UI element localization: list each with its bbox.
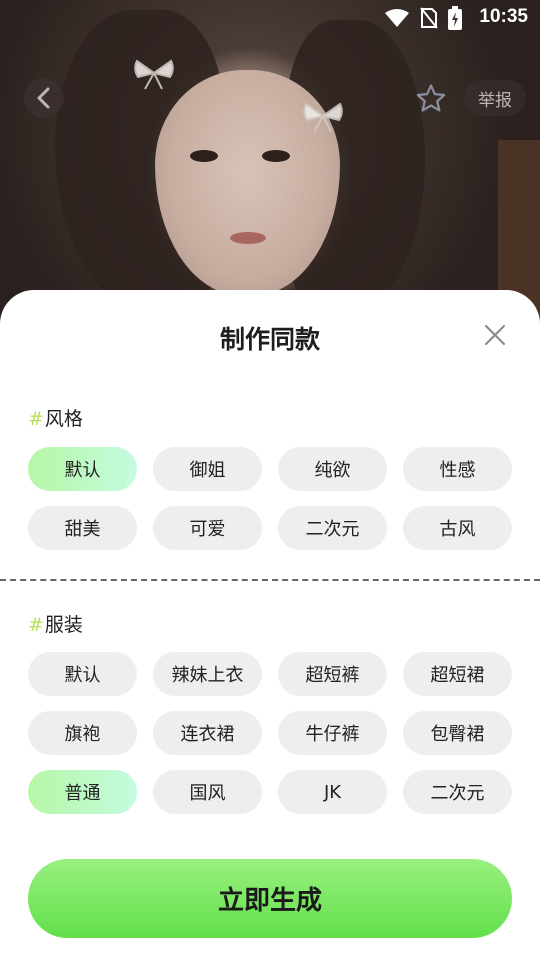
background-photo	[0, 0, 540, 320]
outfit-option-chip[interactable]: 超短裤	[278, 652, 387, 696]
style-option-chip[interactable]: 二次元	[278, 506, 387, 550]
style-option-chip[interactable]: 可爱	[153, 506, 262, 550]
star-icon	[416, 84, 446, 112]
hash-mark: #	[28, 408, 44, 430]
style-options: 默认 御姐 纯欲 性感甜美 可爱 二次元 古风	[28, 447, 512, 550]
outfit-option-chip[interactable]: JK	[278, 770, 387, 814]
style-option-chip[interactable]: 御姐	[153, 447, 262, 491]
outfit-option-chip[interactable]: 国风	[153, 770, 262, 814]
style-option-chip[interactable]: 性感	[403, 447, 512, 491]
style-label-text: 风格	[44, 408, 83, 430]
outfit-option-chip[interactable]: 辣妹上衣	[153, 652, 262, 696]
style-option-chip[interactable]: 默认	[28, 447, 137, 491]
close-button[interactable]	[480, 320, 510, 350]
back-button[interactable]	[24, 78, 64, 118]
outfit-option-chip[interactable]: 牛仔裤	[278, 711, 387, 755]
status-time: 10:35	[479, 6, 528, 27]
outfit-options: 默认 辣妹上衣 超短裤 超短裙旗袍 连衣裙 牛仔裤 包臀裙普通 国风 JK 二次元	[28, 652, 512, 814]
outfit-option-chip[interactable]: 普通	[28, 770, 137, 814]
chevron-left-icon	[37, 87, 50, 109]
no-sim-icon	[420, 7, 438, 29]
style-option-chip[interactable]: 古风	[403, 506, 512, 550]
outfit-option-chip[interactable]: 旗袍	[28, 711, 137, 755]
section-divider	[0, 579, 540, 581]
make-same-sheet: 制作同款 #风格 默认 御姐 纯欲 性感 甜美 可爱 二次元 古风 #服装 默认 辣妹上衣 超短裤…	[0, 290, 540, 960]
style-section-label: #风格	[28, 404, 83, 431]
outfit-option-chip[interactable]: 二次元	[403, 770, 512, 814]
close-icon	[485, 325, 505, 345]
outfit-option-chip[interactable]: 默认	[28, 652, 137, 696]
report-button[interactable]: 举报	[464, 80, 526, 116]
hash-mark: #	[28, 614, 44, 636]
outfit-section-label: #服装	[28, 610, 83, 637]
outfit-option-chip[interactable]: 超短裙	[403, 652, 512, 696]
battery-charging-icon	[448, 6, 462, 30]
style-option-chip[interactable]: 甜美	[28, 506, 137, 550]
favorite-button[interactable]	[414, 82, 448, 116]
style-option-chip[interactable]: 纯欲	[278, 447, 387, 491]
outfit-option-chip[interactable]: 连衣裙	[153, 711, 262, 755]
outfit-label-text: 服装	[44, 614, 83, 636]
status-bar: 10:35	[0, 0, 540, 36]
wifi-icon	[385, 9, 409, 27]
sheet-title: 制作同款	[219, 325, 320, 354]
generate-now-button[interactable]: 立即生成	[28, 859, 512, 938]
outfit-option-chip[interactable]: 包臀裙	[403, 711, 512, 755]
